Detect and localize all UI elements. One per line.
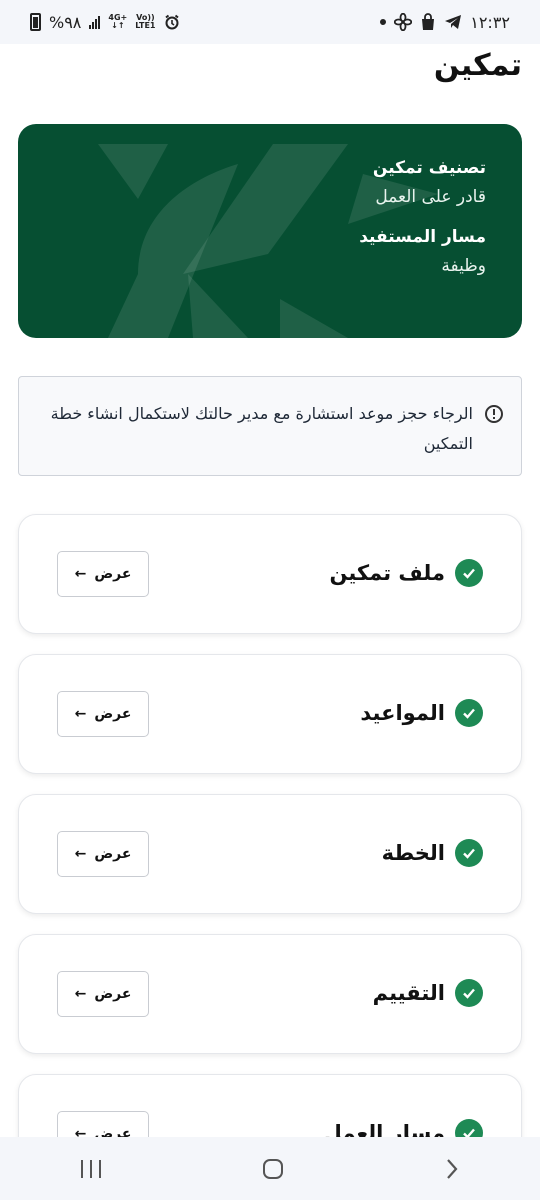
network-indicator: 4G+ ↓↑ [108, 13, 128, 30]
recent-apps-icon[interactable] [78, 1158, 104, 1180]
home-icon[interactable] [261, 1157, 285, 1181]
consultation-alert: الرجاء حجز موعد استشارة مع مدير حالتك لا… [18, 376, 522, 476]
view-button-label: عرض [94, 706, 132, 722]
view-button-label: عرض [94, 986, 132, 1002]
pinwheel-app-icon [394, 13, 413, 31]
check-circle-icon [455, 839, 483, 867]
view-button-label: عرض [94, 846, 132, 862]
section-card-empowerment-file: ملف تمكين عرض ← [18, 514, 522, 634]
status-bar: %٩٨ 4G+ ↓↑ Vo)) LTE1 ١٢:٣٢ [0, 0, 540, 44]
check-circle-icon [455, 979, 483, 1007]
classification-value: قادر على العمل [375, 187, 486, 207]
arrow-left-icon: ← [74, 986, 87, 1002]
alarm-icon [164, 14, 179, 30]
volte-indicator: Vo)) LTE1 [135, 13, 156, 30]
profile-summary-text: تصنيف تمكين قادر على العمل مسار المستفيد… [359, 158, 486, 296]
section-card-assessment: التقييم عرض ← [18, 934, 522, 1054]
battery-percent: %٩٨ [49, 12, 82, 32]
view-button-label: عرض [94, 566, 132, 582]
arrow-left-icon: ← [74, 566, 87, 582]
section-title-group: الخطة [382, 839, 483, 867]
beneficiary-track-label: مسار المستفيد [359, 227, 486, 247]
section-title: المواعيد [360, 701, 445, 725]
section-title: التقييم [372, 981, 445, 1005]
section-title: الخطة [381, 841, 445, 865]
shopping-bag-icon [422, 13, 435, 30]
arrow-left-icon: ← [74, 706, 87, 722]
telegram-icon [445, 15, 462, 29]
check-circle-icon [455, 559, 483, 587]
battery-icon [30, 13, 41, 31]
check-circle-icon [455, 699, 483, 727]
profile-summary-card: تصنيف تمكين قادر على العمل مسار المستفيد… [18, 124, 522, 338]
section-card-appointments: المواعيد عرض ← [18, 654, 522, 774]
status-bar-right: ١٢:٣٢ [380, 13, 510, 32]
alert-message: الرجاء حجز موعد استشارة مع مدير حالتك لا… [50, 404, 473, 453]
page-title: تمكين [433, 48, 522, 83]
arrow-left-icon: ← [74, 846, 87, 862]
section-title-group: ملف تمكين [329, 559, 483, 587]
section-title-group: التقييم [373, 979, 483, 1007]
alert-circle-icon [485, 405, 503, 423]
status-bar-left: %٩٨ 4G+ ↓↑ Vo)) LTE1 [30, 13, 180, 32]
section-title-group: المواعيد [360, 699, 483, 727]
view-plan-button[interactable]: عرض ← [57, 831, 149, 877]
system-navigation-bar [0, 1137, 540, 1200]
view-assessment-button[interactable]: عرض ← [57, 971, 149, 1017]
signal-icon [89, 15, 101, 29]
back-icon[interactable] [442, 1157, 462, 1181]
classification-label: تصنيف تمكين [372, 158, 486, 178]
section-card-plan: الخطة عرض ← [18, 794, 522, 914]
view-appointments-button[interactable]: عرض ← [57, 691, 149, 737]
section-title: ملف تمكين [329, 561, 445, 585]
notification-dot-icon [380, 19, 387, 25]
view-empowerment-file-button[interactable]: عرض ← [57, 551, 149, 597]
beneficiary-track-value: وظيفة [441, 256, 486, 276]
clock: ١٢:٣٢ [470, 12, 510, 32]
